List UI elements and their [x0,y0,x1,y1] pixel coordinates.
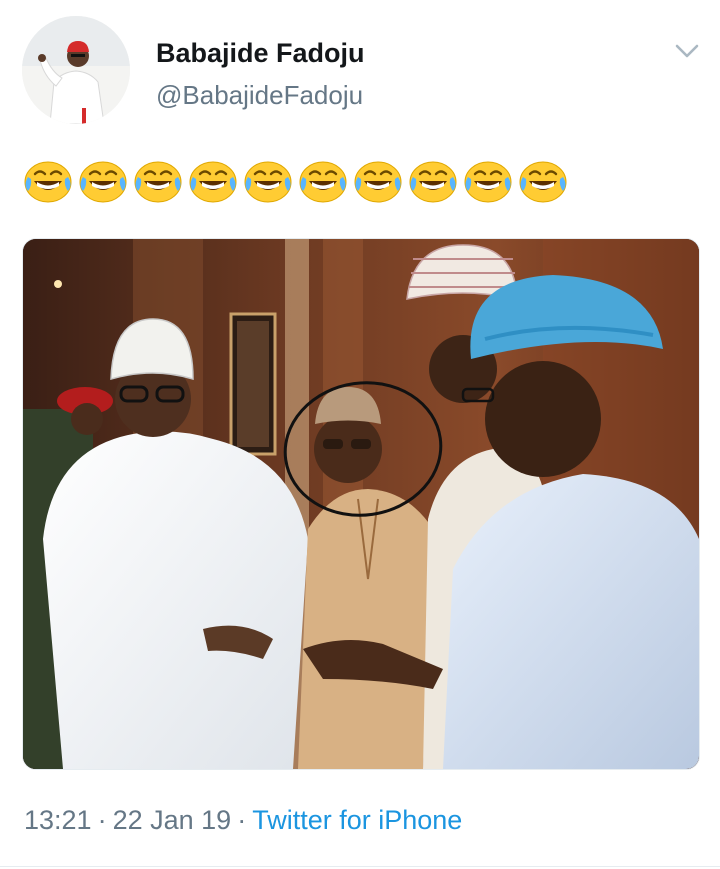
tweet-meta: 13:21 · 22 Jan 19 · Twitter for iPhone [24,805,462,836]
tweet-text [22,155,569,207]
tears-of-joy-emoji-icon [24,161,72,203]
author-display-name[interactable]: Babajide Fadoju [156,38,365,69]
tweet-date[interactable]: 22 Jan 19 [113,805,232,835]
divider [0,866,720,867]
chevron-down-icon[interactable] [674,42,700,60]
tears-of-joy-emoji-icon [244,161,292,203]
tears-of-joy-emoji-icon [299,161,347,203]
tears-of-joy-emoji-icon [519,161,567,203]
meta-separator: · [97,805,107,835]
tweet-time[interactable]: 13:21 [24,805,92,835]
tweet-photo[interactable] [22,238,700,770]
tears-of-joy-emoji-icon [354,161,402,203]
tears-of-joy-emoji-icon [464,161,512,203]
tweet-source-link[interactable]: Twitter for iPhone [252,805,462,835]
tweet-header: Babajide Fadoju @BabajideFadoju [22,16,702,126]
tears-of-joy-emoji-icon [79,161,127,203]
meta-separator: · [237,805,247,835]
user-avatar-icon [22,16,130,124]
author-avatar[interactable] [22,16,130,124]
tears-of-joy-emoji-icon [409,161,457,203]
photo-content [23,239,699,769]
tears-of-joy-emoji-icon [134,161,182,203]
author-handle[interactable]: @BabajideFadoju [156,80,363,111]
tears-of-joy-emoji-icon [189,161,237,203]
